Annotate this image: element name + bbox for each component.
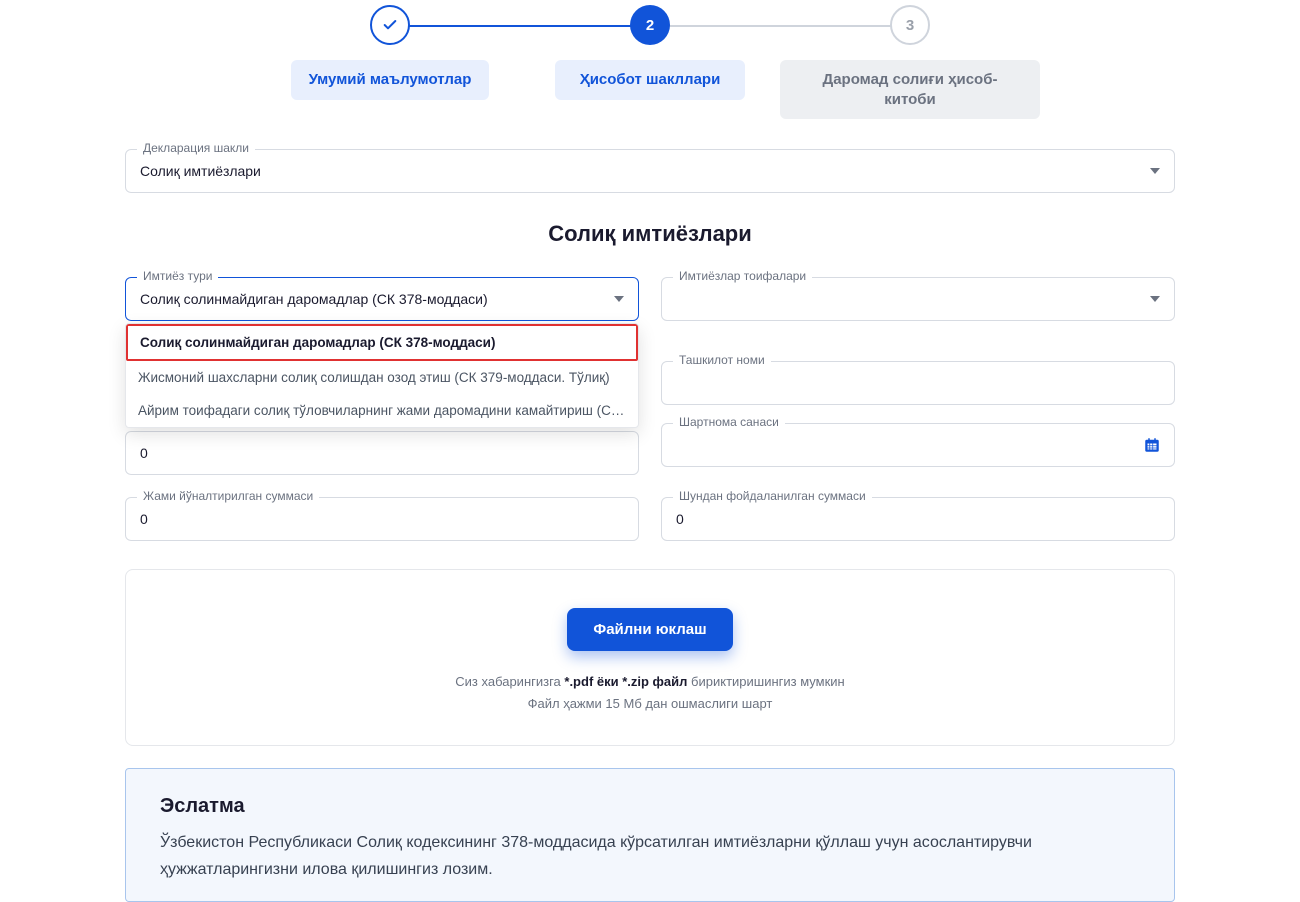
org-name-label: Ташкилот номи xyxy=(673,353,771,367)
checkmark-icon xyxy=(382,17,398,33)
contract-date-input[interactable] xyxy=(661,423,1175,467)
total-directed-input[interactable] xyxy=(125,497,639,541)
section-title: Солиқ имтиёзлари xyxy=(125,221,1175,247)
upload-hint-line2: Файл ҳажми 15 Мб дан ошмаслиги шарт xyxy=(146,693,1154,715)
contract-date-field: Шартнома санаси xyxy=(661,423,1175,467)
org-name-field: Ташкилот номи xyxy=(661,361,1175,405)
note-text: Ўзбекистон Республикаси Солиқ кодексинин… xyxy=(160,830,1140,883)
step-1[interactable]: Умумий маълумотлар xyxy=(260,5,520,100)
step-2-label: Ҳисобот шакллари xyxy=(555,60,745,100)
upload-hint-suffix: бириктиришингиз мумкин xyxy=(687,674,844,689)
step-2-circle: 2 xyxy=(630,5,670,45)
benefit-type-value: Солиқ солинмайдиган даромадлар (СК 378-м… xyxy=(140,291,488,307)
benefit-type-dropdown: Солиқ солинмайдиган даромадлар (СК 378-м… xyxy=(125,323,639,428)
calendar-icon[interactable] xyxy=(1143,436,1161,454)
step-3-circle: 3 xyxy=(890,5,930,45)
benefit-categories-label: Имтиёзлар тоифалари xyxy=(673,269,812,283)
step-3[interactable]: 3 Даромад солиғи ҳисоб-китоби xyxy=(780,5,1040,119)
step-1-label: Умумий маълумотлар xyxy=(291,60,490,100)
declaration-form-value: Солиқ имтиёзлари xyxy=(140,163,261,179)
benefit-type-label: Имтиёз тури xyxy=(137,269,218,283)
total-directed-label: Жами йўналтирилган суммаси xyxy=(137,489,319,503)
declaration-form-field: Декларация шакли Солиқ имтиёзлари xyxy=(125,149,1175,193)
chevron-down-icon xyxy=(1150,296,1160,302)
note-box: Эслатма Ўзбекистон Республикаси Солиқ ко… xyxy=(125,768,1175,902)
dropdown-option[interactable]: Айрим тоифадаги солиқ тўловчиларнинг жам… xyxy=(126,394,638,427)
step-2[interactable]: 2 Ҳисобот шакллари xyxy=(520,5,780,100)
contract-date-label: Шартнома санаси xyxy=(673,415,785,429)
step-1-circle xyxy=(370,5,410,45)
benefit-type-field: Имтиёз тури Солиқ солинмайдиган даромадл… xyxy=(125,277,639,321)
note-title: Эслатма xyxy=(160,795,1140,818)
used-amount-label: Шундан фойдаланилган суммаси xyxy=(673,489,872,503)
upload-hint-prefix: Сиз хабарингизга xyxy=(455,674,564,689)
chevron-down-icon xyxy=(614,296,624,302)
chevron-down-icon xyxy=(1150,168,1160,174)
step-3-label: Даромад солиғи ҳисоб-китоби xyxy=(780,60,1040,119)
dropdown-option[interactable]: Жисмоний шахсларни солиқ солишдан озод э… xyxy=(126,361,638,394)
used-amount-input[interactable] xyxy=(661,497,1175,541)
benefit-type-select[interactable]: Солиқ солинмайдиган даромадлар (СК 378-м… xyxy=(125,277,639,321)
org-name-input[interactable] xyxy=(661,361,1175,405)
total-directed-field: Жами йўналтирилган суммаси xyxy=(125,497,639,541)
benefit-categories-field: Имтиёзлар тоифалари xyxy=(661,277,1175,321)
upload-hint-bold: *.pdf ёки *.zip файл xyxy=(564,674,687,689)
upload-button[interactable]: Файлни юклаш xyxy=(567,608,732,651)
stepper: Умумий маълумотлар 2 Ҳисобот шакллари 3 … xyxy=(125,5,1175,119)
dropdown-option[interactable]: Солиқ солинмайдиган даромадлар (СК 378-м… xyxy=(126,324,638,361)
declaration-form-label: Декларация шакли xyxy=(137,141,255,155)
upload-hint: Сиз хабарингизга *.pdf ёки *.zip файл би… xyxy=(146,671,1154,715)
declaration-form-select[interactable]: Солиқ имтиёзлари xyxy=(125,149,1175,193)
step-connector xyxy=(650,25,910,27)
benefit-categories-select[interactable] xyxy=(661,277,1175,321)
hidden-numeric-field xyxy=(125,431,639,475)
upload-box: Файлни юклаш Сиз хабарингизга *.pdf ёки … xyxy=(125,569,1175,746)
step-connector xyxy=(390,25,650,27)
used-amount-field: Шундан фойдаланилган суммаси xyxy=(661,497,1175,541)
numeric-input-1[interactable] xyxy=(125,431,639,475)
